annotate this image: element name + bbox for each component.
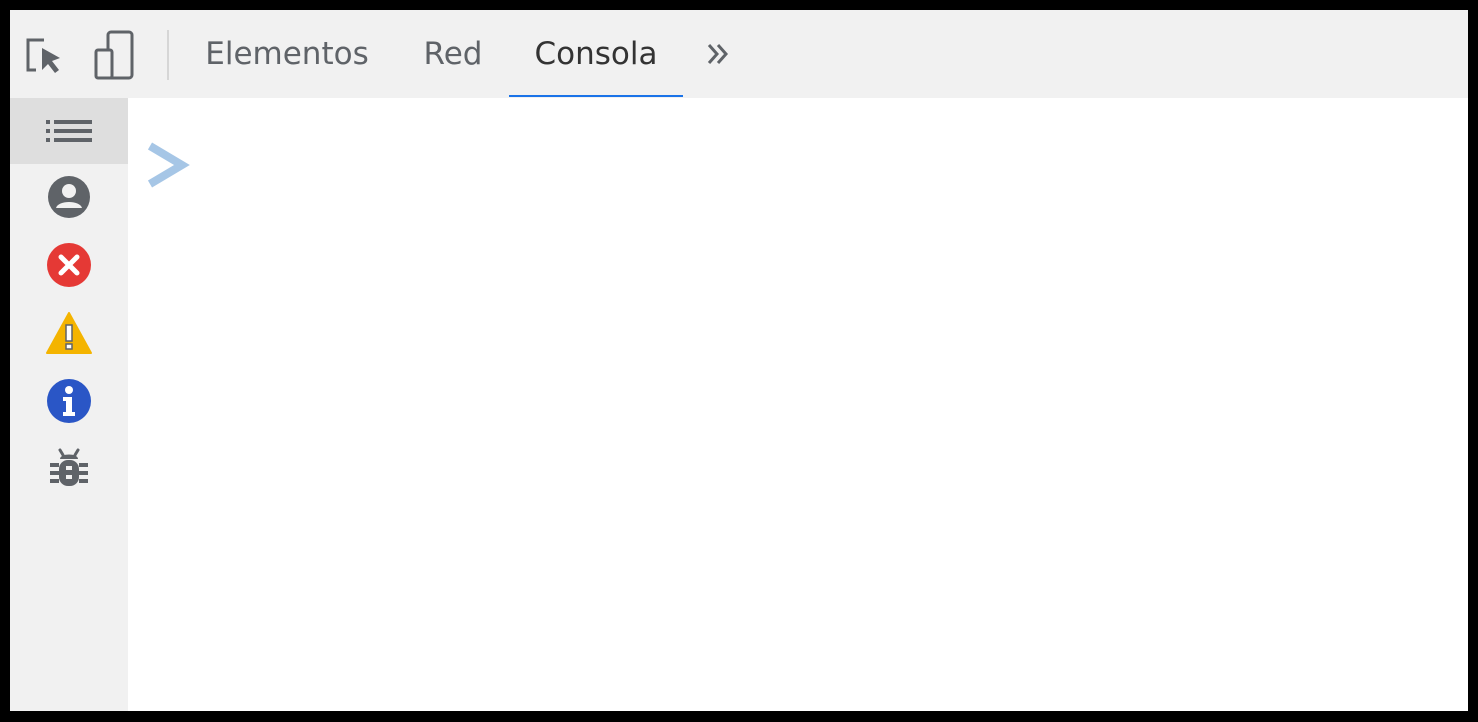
device-toggle-button[interactable] [92, 28, 136, 84]
list-icon [46, 120, 92, 142]
chevron-double-right-icon [707, 44, 729, 64]
console-sidebar [10, 98, 128, 711]
sidebar-item-all-messages[interactable] [10, 98, 128, 164]
tab-consola[interactable]: Consola [524, 10, 668, 98]
info-icon [47, 379, 91, 423]
active-tab-indicator [509, 95, 683, 97]
device-toggle-icon [94, 30, 134, 80]
toolbar-divider [167, 30, 169, 80]
error-icon [47, 243, 91, 287]
element-picker-button[interactable] [22, 28, 66, 84]
sidebar-item-verbose[interactable] [10, 436, 128, 502]
tab-red[interactable]: Red [414, 10, 492, 98]
tab-elementos[interactable]: Elementos [205, 10, 368, 98]
console-output[interactable] [128, 98, 1468, 711]
user-icon [48, 176, 90, 218]
sidebar-item-user-messages[interactable] [10, 164, 128, 230]
devtools-window: Elementos Red Consola [10, 10, 1468, 711]
bug-icon [50, 448, 88, 486]
element-picker-icon [26, 38, 60, 73]
sidebar-item-info[interactable] [10, 368, 128, 434]
prompt-chevron-icon [147, 142, 190, 188]
devtools-toolbar: Elementos Red Consola [10, 10, 1468, 98]
more-tabs-button[interactable] [700, 36, 736, 72]
sidebar-item-errors[interactable] [10, 232, 128, 298]
sidebar-item-warnings[interactable] [10, 300, 128, 366]
console-prompt[interactable] [146, 140, 190, 200]
warning-icon [46, 312, 92, 354]
